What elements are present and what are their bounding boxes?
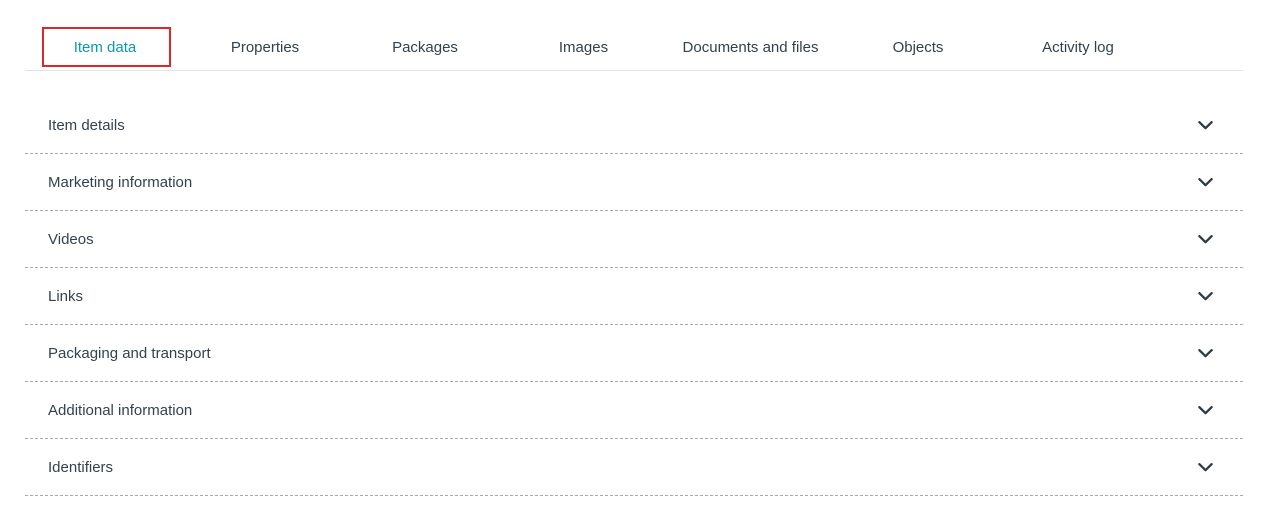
accordion-section-label: Identifiers xyxy=(48,459,113,476)
accordion-section-videos[interactable]: Videos xyxy=(25,211,1243,268)
accordion-section-label: Links xyxy=(48,288,83,305)
tab-label: Activity log xyxy=(1042,39,1114,56)
chevron-down-icon[interactable] xyxy=(1198,349,1213,358)
tab-label: Images xyxy=(559,39,608,56)
tab-objects[interactable]: Objects xyxy=(839,0,997,70)
chevron-down-icon[interactable] xyxy=(1198,463,1213,472)
tab-item-data[interactable]: Item data xyxy=(25,0,185,70)
accordion-section-label: Packaging and transport xyxy=(48,345,211,362)
tab-documents-and-files[interactable]: Documents and files xyxy=(662,0,839,70)
tab-label: Properties xyxy=(231,39,299,56)
accordion-section-marketing-information[interactable]: Marketing information xyxy=(25,154,1243,211)
tab-activity-log[interactable]: Activity log xyxy=(997,0,1159,70)
chevron-down-icon[interactable] xyxy=(1198,235,1213,244)
accordion-section-label: Marketing information xyxy=(48,174,192,191)
accordion-section-label: Videos xyxy=(48,231,94,248)
tab-label: Item data xyxy=(74,39,137,56)
chevron-down-icon[interactable] xyxy=(1198,406,1213,415)
accordion-section-identifiers[interactable]: Identifiers xyxy=(25,439,1243,496)
item-data-page: Item data Properties Packages Images Doc… xyxy=(0,0,1263,522)
tab-images[interactable]: Images xyxy=(505,0,662,70)
accordion-section-links[interactable]: Links xyxy=(25,268,1243,325)
accordion-section-packaging-and-transport[interactable]: Packaging and transport xyxy=(25,325,1243,382)
tab-properties[interactable]: Properties xyxy=(185,0,345,70)
tab-label: Objects xyxy=(893,39,944,56)
tab-label: Documents and files xyxy=(683,39,819,56)
tab-packages[interactable]: Packages xyxy=(345,0,505,70)
chevron-down-icon[interactable] xyxy=(1198,121,1213,130)
tab-bar: Item data Properties Packages Images Doc… xyxy=(25,0,1243,71)
chevron-down-icon[interactable] xyxy=(1198,178,1213,187)
accordion-section-label: Item details xyxy=(48,117,125,134)
chevron-down-icon[interactable] xyxy=(1198,292,1213,301)
accordion-list: Item details Marketing information Video… xyxy=(25,97,1243,496)
accordion-section-label: Additional information xyxy=(48,402,192,419)
tab-label: Packages xyxy=(392,39,458,56)
accordion-section-item-details[interactable]: Item details xyxy=(25,97,1243,154)
accordion-section-additional-information[interactable]: Additional information xyxy=(25,382,1243,439)
tab-list: Item data Properties Packages Images Doc… xyxy=(25,0,1243,70)
